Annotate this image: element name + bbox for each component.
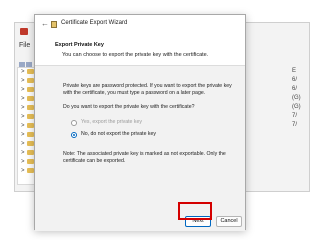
next-button-highlight: [178, 202, 212, 220]
page-title: Export Private Key: [55, 42, 104, 48]
folder-icon: [26, 167, 34, 173]
wizard-body: Private keys are password protected. If …: [35, 66, 245, 209]
wizard-footer: Next Cancel: [35, 209, 245, 231]
right-cell: 7/: [292, 113, 298, 119]
menu-file[interactable]: File: [19, 42, 30, 49]
folder-icon: [26, 86, 34, 92]
wizard-header: Export Private Key You can choose to exp…: [35, 33, 245, 66]
option-no-export[interactable]: No, do not export the private key: [71, 131, 156, 138]
wizard-title: Certificate Export Wizard: [61, 20, 128, 26]
app-icon: [20, 28, 28, 35]
right-cell: (G): [292, 95, 301, 101]
folder-icon: [26, 131, 34, 137]
folder-icon: [26, 158, 34, 164]
folder-icon: [26, 113, 34, 119]
wizard-titlebar: ← Certificate Export Wizard: [35, 15, 245, 33]
right-cell: 7/: [292, 122, 298, 128]
back-arrow-icon[interactable]: ←: [41, 19, 49, 28]
page-subtitle: You can choose to export the private key…: [62, 52, 209, 58]
right-cell: (G): [292, 104, 301, 110]
cancel-button[interactable]: Cancel: [216, 216, 242, 227]
radio-no[interactable]: [71, 131, 77, 138]
option-no-label: No, do not export the private key: [81, 131, 156, 137]
certificate-export-wizard: ← Certificate Export Wizard Export Priva…: [34, 14, 246, 231]
radio-yes[interactable]: [71, 119, 77, 126]
option-yes-label: Yes, export the private key: [81, 119, 142, 125]
folder-icon: [26, 122, 34, 128]
export-question: Do you want to export the private key wi…: [63, 104, 195, 110]
right-cell: 6/: [292, 77, 298, 83]
folder-icon: [26, 77, 34, 83]
background-toolbar: [19, 55, 35, 68]
folder-icon: [26, 68, 34, 74]
password-info-text: Private keys are password protected. If …: [63, 83, 232, 96]
option-yes-export[interactable]: Yes, export the private key: [71, 119, 142, 126]
right-cell: 6/: [292, 86, 298, 92]
folder-icon: [26, 95, 34, 101]
folder-icon: [26, 104, 34, 110]
right-cell: E: [292, 68, 297, 74]
note-text: Note: The associated private key is mark…: [63, 151, 226, 164]
folder-icon: [26, 140, 34, 146]
certificate-icon: [51, 21, 57, 28]
folder-icon: [26, 149, 34, 155]
background-right-column: E 6/ 6/ (G) (G) 7/ 7/: [292, 67, 306, 185]
